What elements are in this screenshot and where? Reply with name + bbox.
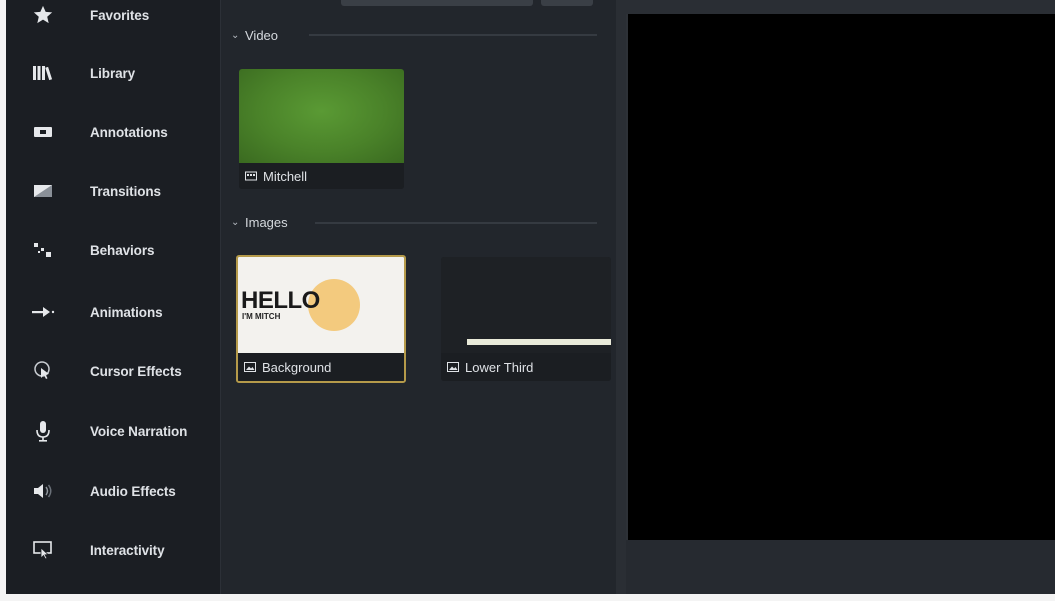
- search-field-edge[interactable]: [341, 0, 533, 6]
- thumb-caption: Lower Third: [441, 353, 611, 381]
- sidebar-item-label: Animations: [90, 304, 163, 320]
- sidebar-item-annotations[interactable]: Annotations: [6, 107, 220, 157]
- cursor-effects-icon: [30, 358, 56, 384]
- library-icon: [30, 60, 56, 86]
- sidebar-item-interactivity[interactable]: Interactivity: [6, 525, 220, 575]
- preview-canvas[interactable]: [626, 14, 1055, 540]
- preview-subtitle-text: I'M MITCH: [242, 312, 281, 321]
- sidebar-item-audio-effects[interactable]: Audio Effects: [6, 466, 220, 516]
- sidebar-item-label: Interactivity: [90, 542, 165, 558]
- interactivity-icon: [30, 537, 56, 563]
- annotations-icon: [30, 119, 56, 145]
- sidebar-item-label: Library: [90, 65, 136, 81]
- sidebar-item-label: Voice Narration: [90, 423, 188, 439]
- sidebar-item-label: Transitions: [90, 183, 161, 199]
- sidebar-item-label: Behaviors: [90, 242, 155, 258]
- thumb-caption: Mitchell: [239, 163, 404, 189]
- media-item-label: Background: [262, 359, 332, 375]
- sidebar: Favorites Library Annotations Transition…: [6, 0, 221, 594]
- thumb-caption: Background: [238, 353, 404, 381]
- microphone-icon: [30, 418, 56, 444]
- section-header-video[interactable]: ⌄ Video: [231, 26, 278, 44]
- section-divider: [309, 34, 597, 36]
- sidebar-item-label: Annotations: [90, 124, 168, 140]
- lower-third-bar: [467, 339, 611, 345]
- image-icon: [447, 362, 459, 372]
- animations-icon: [30, 299, 56, 325]
- media-item-mitchell[interactable]: Mitchell: [239, 69, 404, 189]
- canvas-controls-bar: [626, 540, 1055, 594]
- sidebar-item-voice-narration[interactable]: Voice Narration: [6, 406, 220, 456]
- sidebar-item-label: Cursor Effects: [90, 363, 182, 379]
- sidebar-item-label: Favorites: [90, 7, 150, 23]
- collapse-toggle-icon[interactable]: ⌄: [231, 30, 243, 41]
- section-title: Video: [245, 27, 279, 43]
- sidebar-item-transitions[interactable]: Transitions: [6, 166, 220, 216]
- sidebar-item-cursor-effects[interactable]: Cursor Effects: [6, 346, 220, 396]
- media-bin-panel: ⌄ Video Mitchell ⌄ Images HELLO I'M MITC…: [221, 0, 615, 594]
- video-clip-icon: [245, 171, 257, 181]
- media-item-label: Lower Third: [465, 359, 534, 375]
- preview-hello-text: HELLO: [241, 287, 320, 314]
- transitions-icon: [30, 178, 56, 204]
- section-title: Images: [245, 214, 288, 230]
- section-header-images[interactable]: ⌄ Images: [231, 213, 288, 231]
- media-item-label: Mitchell: [263, 168, 308, 184]
- sidebar-item-animations[interactable]: Animations: [6, 287, 220, 337]
- speaker-icon: [30, 478, 56, 504]
- sidebar-item-behaviors[interactable]: Behaviors: [6, 225, 220, 275]
- app-window: Favorites Library Annotations Transition…: [6, 0, 1055, 594]
- video-thumbnail-preview: [239, 69, 404, 163]
- sidebar-item-favorites[interactable]: Favorites: [6, 0, 220, 40]
- sidebar-item-label: Audio Effects: [90, 483, 176, 499]
- collapse-toggle-icon[interactable]: ⌄: [231, 217, 243, 228]
- section-divider: [315, 222, 597, 224]
- canvas-area: [616, 0, 1055, 594]
- image-thumbnail-preview: HELLO I'M MITCH: [238, 257, 404, 353]
- sidebar-item-library[interactable]: Library: [6, 48, 220, 98]
- behaviors-icon: [30, 237, 56, 263]
- media-item-background[interactable]: HELLO I'M MITCH Background: [236, 255, 406, 383]
- star-icon: [30, 2, 56, 28]
- image-thumbnail-preview: [441, 257, 611, 353]
- view-options-button-edge[interactable]: [541, 0, 593, 6]
- media-item-lower-third[interactable]: Lower Third: [441, 257, 611, 381]
- image-icon: [244, 362, 256, 372]
